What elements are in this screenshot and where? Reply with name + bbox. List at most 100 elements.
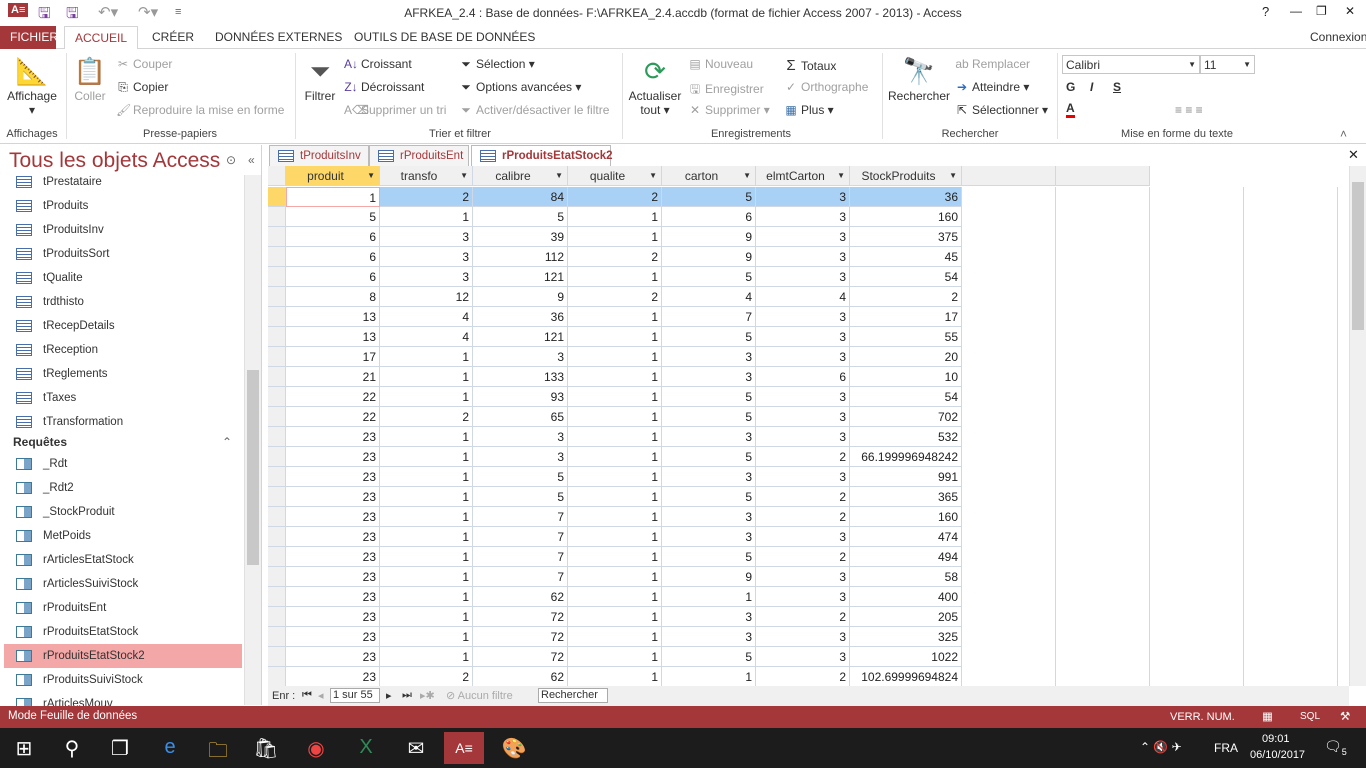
cut-button[interactable]: ✂ Couper <box>116 57 172 71</box>
table-cell[interactable]: 13 <box>286 327 380 347</box>
table-cell[interactable]: 2 <box>568 247 662 267</box>
nav-query-item[interactable]: _Rdt <box>4 452 242 476</box>
table-cell[interactable]: 1 <box>380 627 473 647</box>
design-view-icon[interactable]: ⚒ <box>1340 709 1350 723</box>
select-all-corner[interactable] <box>268 166 286 186</box>
nav-section-requetes[interactable]: Requêtes <box>13 435 67 449</box>
access-taskbar-icon[interactable]: A≡ <box>444 732 484 764</box>
nav-table-item[interactable]: tQualite <box>4 266 242 290</box>
table-cell[interactable]: 3 <box>756 327 850 347</box>
table-cell[interactable]: 3 <box>473 347 568 367</box>
table-cell[interactable]: 7 <box>473 507 568 527</box>
table-cell[interactable]: 21 <box>286 367 380 387</box>
table-cell[interactable]: 3 <box>756 627 850 647</box>
nav-table-item[interactable]: tRecepDetails <box>4 314 242 338</box>
table-cell[interactable]: 1 <box>568 207 662 227</box>
table-cell[interactable]: 1 <box>380 387 473 407</box>
table-cell[interactable]: 325 <box>850 627 962 647</box>
nav-table-item[interactable]: tProduitsInv <box>4 218 242 242</box>
row-selector[interactable] <box>268 627 286 647</box>
table-cell[interactable]: 3 <box>662 427 756 447</box>
table-cell[interactable]: 1 <box>568 347 662 367</box>
collapse-section-icon[interactable]: ⌃ <box>222 435 232 449</box>
mail-icon[interactable]: ✉ <box>396 736 436 761</box>
tab-outils[interactable]: OUTILS DE BASE DE DONNÉES <box>344 26 545 50</box>
table-cell[interactable]: 3 <box>380 227 473 247</box>
refresh-all-button[interactable]: ⟳ Actualiser tout ▾ <box>626 53 684 117</box>
chrome-icon[interactable]: ◉ <box>296 736 336 761</box>
table-cell[interactable]: 23 <box>286 447 380 467</box>
table-cell[interactable]: 1 <box>568 467 662 487</box>
search-input[interactable]: Rechercher <box>538 688 608 703</box>
table-cell[interactable]: 3 <box>756 207 850 227</box>
table-cell[interactable]: 58 <box>850 567 962 587</box>
row-selector[interactable] <box>268 527 286 547</box>
table-cell[interactable]: 55 <box>850 327 962 347</box>
table-cell[interactable]: 1 <box>380 507 473 527</box>
table-cell[interactable]: 2 <box>380 187 473 207</box>
excel-icon[interactable]: X <box>346 736 386 759</box>
table-cell[interactable]: 702 <box>850 407 962 427</box>
select-button[interactable]: ⇱ Sélectionner ▾ <box>955 103 1048 117</box>
table-cell[interactable]: 1 <box>380 527 473 547</box>
edge-icon[interactable]: e <box>150 736 190 759</box>
table-cell[interactable]: 17 <box>850 307 962 327</box>
table-cell[interactable]: 7 <box>473 527 568 547</box>
italic-button[interactable]: I <box>1090 80 1093 94</box>
table-cell[interactable]: 5 <box>662 407 756 427</box>
table-cell[interactable]: 133 <box>473 367 568 387</box>
first-record-button[interactable]: ⏮ <box>302 689 312 702</box>
nav-query-item[interactable]: rProduitsEnt <box>4 596 242 620</box>
table-cell[interactable]: 2 <box>756 487 850 507</box>
tab-fichier[interactable]: FICHIER <box>0 26 58 50</box>
nav-query-item[interactable]: rArticlesSuiviStock <box>4 572 242 596</box>
next-record-button[interactable]: ▸ <box>386 689 392 702</box>
column-header-calibre[interactable]: calibre ▼ <box>473 166 568 186</box>
row-selector[interactable] <box>268 227 286 247</box>
last-record-button[interactable]: ⏭ <box>402 689 412 702</box>
nav-table-item[interactable]: tProduits <box>4 194 242 218</box>
spelling-button[interactable]: ✓ Orthographe <box>784 80 868 94</box>
dropdown-icon[interactable]: ▼ <box>949 166 957 185</box>
table-cell[interactable]: 23 <box>286 667 380 686</box>
table-cell[interactable]: 1 <box>568 327 662 347</box>
column-header-transfo[interactable]: transfo ▼ <box>380 166 473 186</box>
table-cell[interactable]: 1 <box>568 307 662 327</box>
prev-record-button[interactable]: ◂ <box>318 689 324 702</box>
nav-query-item[interactable]: rArticlesEtatStock <box>4 548 242 572</box>
row-selector[interactable] <box>268 547 286 567</box>
table-cell[interactable]: 205 <box>850 607 962 627</box>
table-cell[interactable]: 3 <box>756 307 850 327</box>
table-cell[interactable]: 66.199996948242 <box>850 447 962 467</box>
sort-descending-button[interactable]: Z↓ Décroissant <box>344 80 424 94</box>
selection-button[interactable]: ⏷ Sélection ▾ <box>459 57 535 72</box>
row-selector[interactable] <box>268 647 286 667</box>
table-cell[interactable]: 22 <box>286 407 380 427</box>
table-cell[interactable]: 23 <box>286 507 380 527</box>
clock-time[interactable]: 09:01 <box>1262 733 1290 745</box>
table-cell[interactable]: 1 <box>568 607 662 627</box>
format-painter-button[interactable]: 🖌 Reproduire la mise en forme <box>116 103 284 117</box>
table-cell[interactable]: 102.69999694824 <box>850 667 962 686</box>
nav-query-item[interactable]: rProduitsEtatStock2 <box>4 644 242 668</box>
tab-donnees-externes[interactable]: DONNÉES EXTERNES <box>205 26 352 50</box>
table-cell[interactable]: 12 <box>380 287 473 307</box>
underline-button[interactable]: S <box>1113 80 1121 94</box>
row-selector[interactable] <box>268 187 286 207</box>
no-filter-button[interactable]: ⊘ Aucun filtre <box>446 689 513 702</box>
sql-view-button[interactable]: SQL <box>1300 711 1320 722</box>
restore-button[interactable]: ❐ <box>1316 4 1327 18</box>
more-button[interactable]: ▦ Plus ▾ <box>784 103 833 117</box>
table-cell[interactable]: 160 <box>850 507 962 527</box>
table-cell[interactable]: 121 <box>473 327 568 347</box>
table-cell[interactable]: 36 <box>473 307 568 327</box>
doc-tab-tproduitsinv[interactable]: tProduitsInv <box>269 145 369 166</box>
row-selector[interactable] <box>268 447 286 467</box>
paint-icon[interactable]: 🎨 <box>494 736 534 761</box>
nav-menu-icon[interactable]: ⊙ <box>226 153 236 167</box>
task-view-icon[interactable]: ❐ <box>100 736 140 761</box>
table-cell[interactable]: 5 <box>662 647 756 667</box>
table-cell[interactable]: 2 <box>756 547 850 567</box>
table-cell[interactable]: 1 <box>568 647 662 667</box>
table-cell[interactable]: 3 <box>473 427 568 447</box>
